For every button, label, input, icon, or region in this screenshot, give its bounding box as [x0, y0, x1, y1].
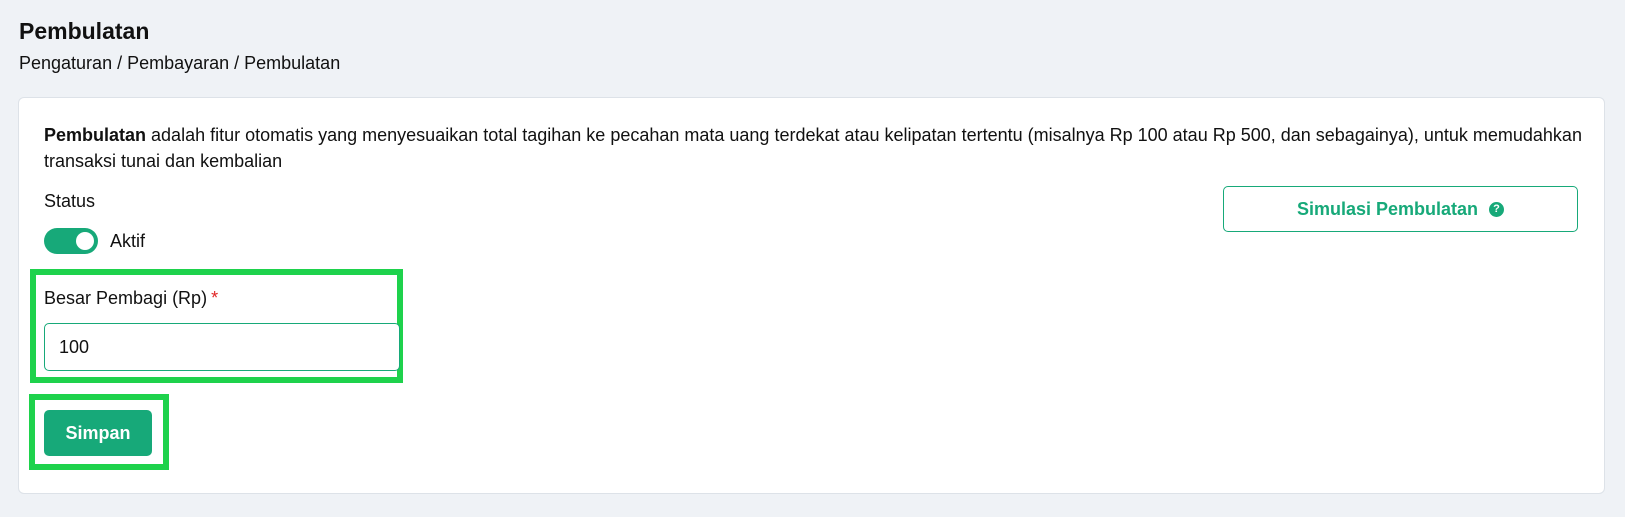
divisor-label-text: Besar Pembagi (Rp): [44, 288, 208, 308]
required-marker: *: [211, 288, 219, 308]
description-text: adalah fitur otomatis yang menyesuaikan …: [44, 125, 1582, 171]
divisor-field-label: Besar Pembagi (Rp) *: [44, 286, 218, 310]
status-toggle-row: Aktif: [44, 228, 145, 254]
page-header: Pembulatan Pengaturan / Pembayaran / Pem…: [19, 16, 340, 75]
settings-card: Pembulatan adalah fitur otomatis yang me…: [18, 97, 1605, 494]
question-circle-icon: ?: [1489, 201, 1505, 217]
status-label: Status: [44, 191, 96, 211]
page-title: Pembulatan: [19, 18, 150, 44]
status-toggle[interactable]: [44, 228, 98, 254]
simulate-rounding-button[interactable]: Simulasi Pembulatan ?: [1223, 186, 1578, 232]
toggle-label: Aktif: [110, 231, 146, 251]
toggle-knob: [76, 232, 94, 250]
save-button[interactable]: Simpan: [44, 410, 152, 456]
divisor-input[interactable]: [44, 323, 400, 371]
feature-description: Pembulatan adalah fitur otomatis yang me…: [44, 122, 1584, 174]
description-term: Pembulatan: [44, 125, 147, 145]
simulate-button-label: Simulasi Pembulatan: [1296, 198, 1479, 219]
breadcrumb: Pengaturan / Pembayaran / Pembulatan: [19, 53, 341, 73]
